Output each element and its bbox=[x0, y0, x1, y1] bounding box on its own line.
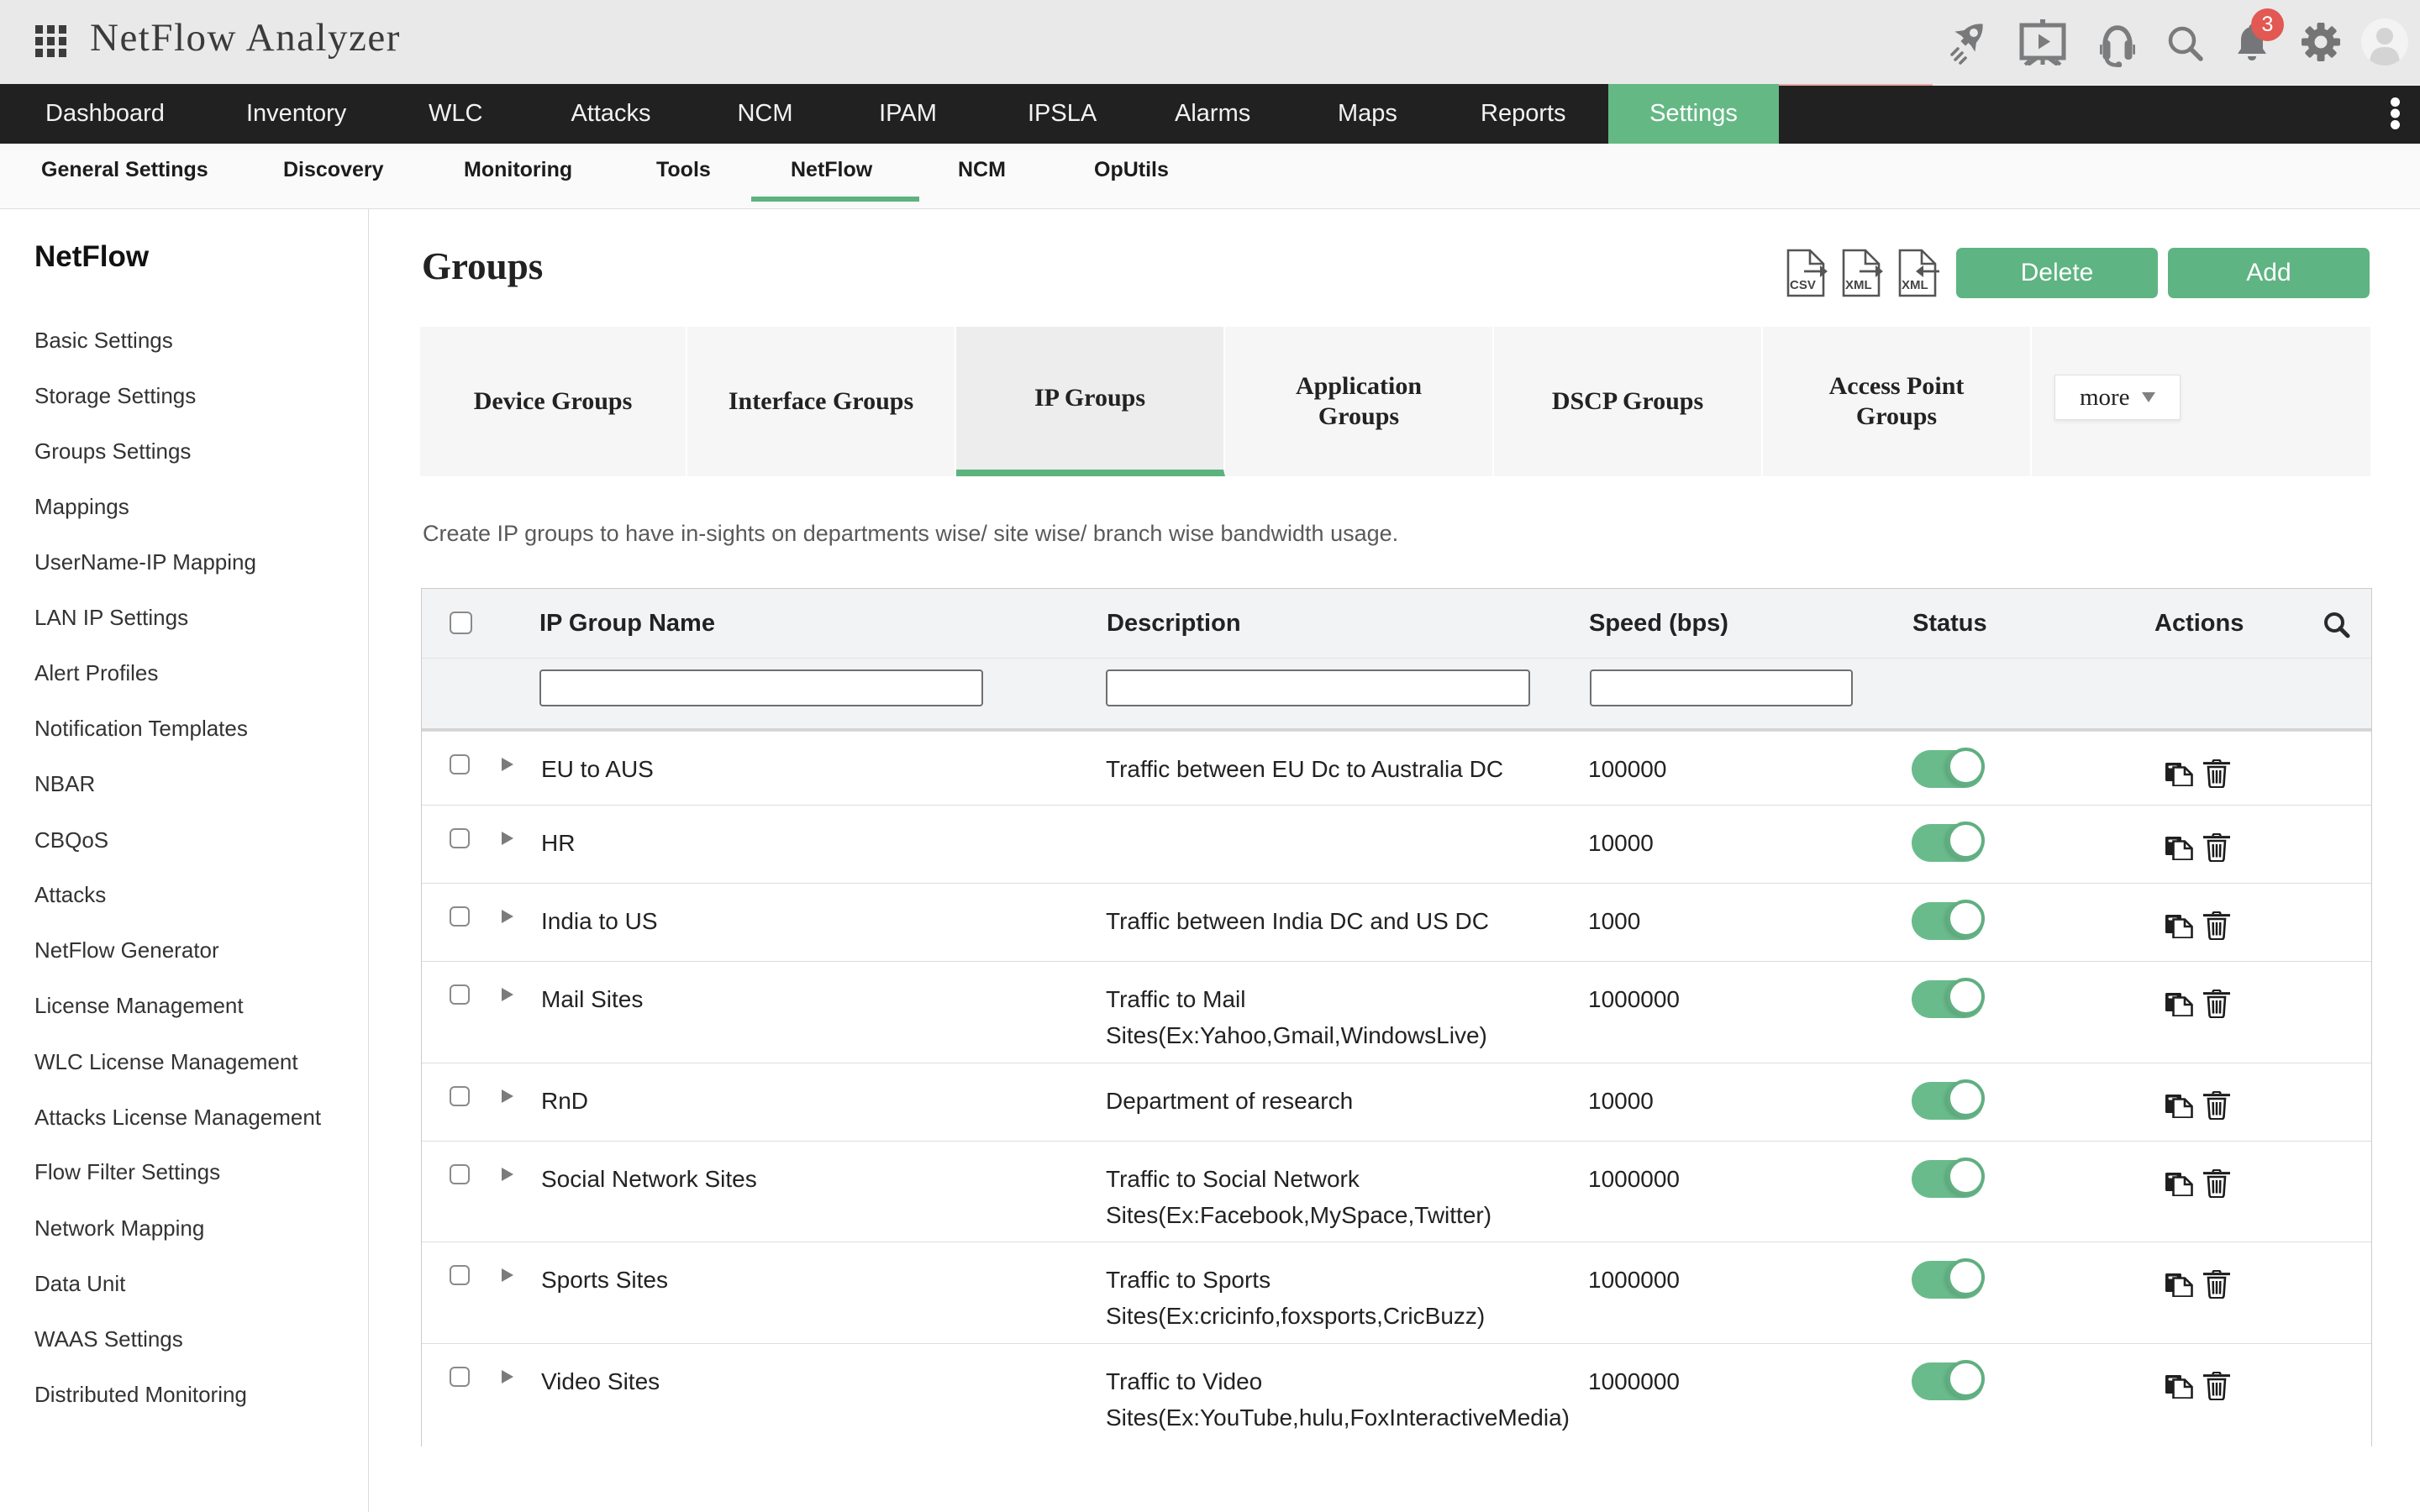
svg-text:XML: XML bbox=[1845, 278, 1872, 292]
svg-text:CSV: CSV bbox=[1790, 278, 1816, 292]
svg-text:XML: XML bbox=[1902, 278, 1928, 292]
